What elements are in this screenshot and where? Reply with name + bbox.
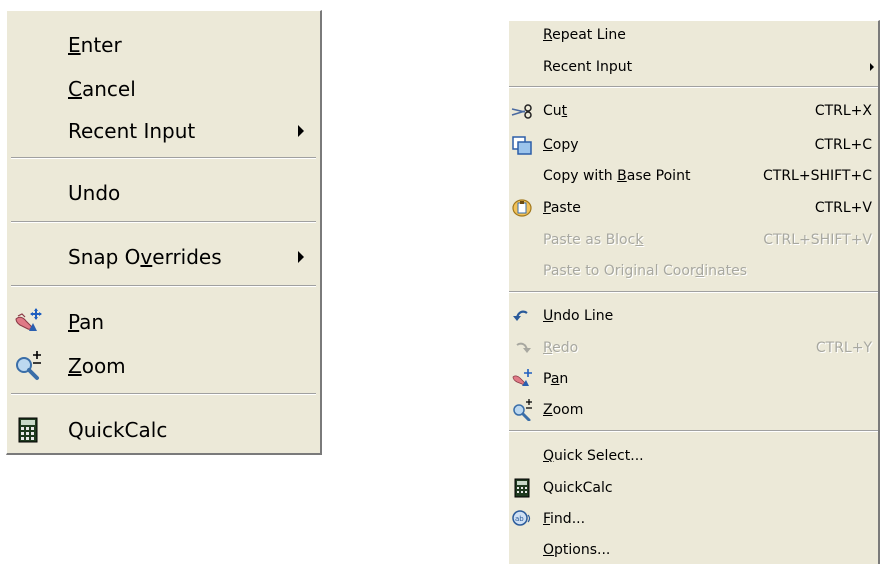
menu-item-zoom[interactable]: Zoom [7, 344, 320, 388]
menu-item-cut[interactable]: Cut CTRL+X [509, 99, 878, 123]
menu-item-label: Copy [543, 137, 579, 153]
pan-icon [511, 368, 533, 390]
menu-item-label: Undo [68, 181, 121, 205]
menu-item-shortcut: CTRL+SHIFT+C [763, 168, 872, 184]
menu-item-label: Paste [543, 200, 581, 216]
menu-separator [11, 221, 316, 223]
redo-icon [511, 337, 533, 359]
menu-separator [509, 86, 878, 88]
menu-item-label: Cut [543, 103, 568, 119]
menu-item-undo-line[interactable]: Undo Line [509, 304, 878, 328]
menu-item-label: Zoom [68, 354, 126, 378]
menu-item-label: QuickCalc [68, 418, 168, 442]
menu-item-pan[interactable]: Pan [509, 367, 878, 391]
menu-separator [509, 430, 878, 432]
submenu-arrow-icon [298, 125, 304, 137]
menu-item-cancel[interactable]: Cancel [7, 67, 320, 111]
menu-separator [11, 285, 316, 287]
menu-item-shortcut: CTRL+SHIFT+V [763, 232, 872, 248]
undo-icon [511, 305, 533, 327]
menu-item-label: Repeat Line [543, 27, 626, 43]
menu-item-label: Quick Select... [543, 448, 644, 464]
menu-item-shortcut: CTRL+X [814, 103, 872, 119]
calculator-icon [13, 415, 43, 445]
menu-separator [509, 291, 878, 293]
menu-separator [11, 157, 316, 159]
scissors-icon [511, 100, 533, 122]
menu-item-undo[interactable]: Undo [7, 171, 320, 215]
menu-item-shortcut: CTRL+V [814, 200, 872, 216]
menu-item-shortcut: CTRL+Y [815, 340, 872, 356]
menu-item-label: Copy with Base Point [543, 168, 691, 184]
pan-icon [13, 307, 43, 337]
menu-item-copy-with-base-point[interactable]: Copy with Base Point CTRL+SHIFT+C [509, 164, 878, 188]
menu-item-recent-input[interactable]: Recent Input [7, 109, 320, 153]
menu-item-enter[interactable]: Enter [7, 23, 320, 67]
submenu-arrow-icon [870, 63, 874, 71]
zoom-icon [13, 351, 43, 381]
menu-item-repeat-line[interactable]: Repeat Line [509, 23, 878, 47]
menu-item-label: Enter [68, 33, 122, 57]
submenu-arrow-icon [298, 251, 304, 263]
menu-item-label: Recent Input [68, 119, 196, 143]
menu-item-zoom[interactable]: Zoom [509, 398, 878, 422]
menu-item-shortcut: CTRL+C [814, 137, 872, 153]
menu-item-label: Undo Line [543, 308, 614, 324]
menu-item-redo: Redo CTRL+Y [509, 336, 878, 360]
menu-item-paste-to-original-coordinates: Paste to Original Coordinates [509, 259, 878, 283]
menu-item-label: Recent Input [543, 59, 633, 75]
find-icon: ab [511, 508, 533, 530]
menu-item-label: Zoom [543, 402, 584, 418]
menu-item-recent-input[interactable]: Recent Input [509, 55, 878, 79]
menu-item-label: Options... [543, 542, 611, 558]
zoom-icon [511, 399, 533, 421]
svg-text:ab: ab [515, 515, 524, 523]
menu-item-label: Cancel [68, 77, 136, 101]
menu-item-quickcalc[interactable]: QuickCalc [7, 408, 320, 452]
menu-item-label: Find... [543, 511, 586, 527]
menu-item-label: Paste to Original Coordinates [543, 263, 748, 279]
menu-item-find[interactable]: ab Find... [509, 507, 878, 531]
menu-item-label: Paste as Block [543, 232, 644, 248]
context-menu-full: Repeat Line Recent Input Cut CTRL+X Copy… [508, 20, 880, 564]
paste-icon [511, 197, 533, 219]
menu-item-options[interactable]: Options... [509, 538, 878, 562]
menu-item-quickcalc[interactable]: QuickCalc [509, 476, 878, 500]
menu-item-label: Pan [543, 371, 569, 387]
calculator-icon [511, 477, 533, 499]
menu-item-label: Redo [543, 340, 579, 356]
menu-item-quick-select[interactable]: Quick Select... [509, 444, 878, 468]
menu-item-label: Snap Overrides [68, 245, 222, 269]
menu-item-label: Pan [68, 310, 105, 334]
menu-separator [11, 393, 316, 395]
menu-item-paste-as-block: Paste as Block CTRL+SHIFT+V [509, 228, 878, 252]
menu-item-copy[interactable]: Copy CTRL+C [509, 133, 878, 157]
menu-item-label: QuickCalc [543, 480, 613, 496]
context-menu-simple: Enter Cancel Recent Input Undo Snap Over… [6, 10, 322, 455]
copy-icon [511, 134, 533, 156]
menu-item-paste[interactable]: Paste CTRL+V [509, 196, 878, 220]
menu-item-pan[interactable]: Pan [7, 300, 320, 344]
menu-item-snap-overrides[interactable]: Snap Overrides [7, 235, 320, 279]
